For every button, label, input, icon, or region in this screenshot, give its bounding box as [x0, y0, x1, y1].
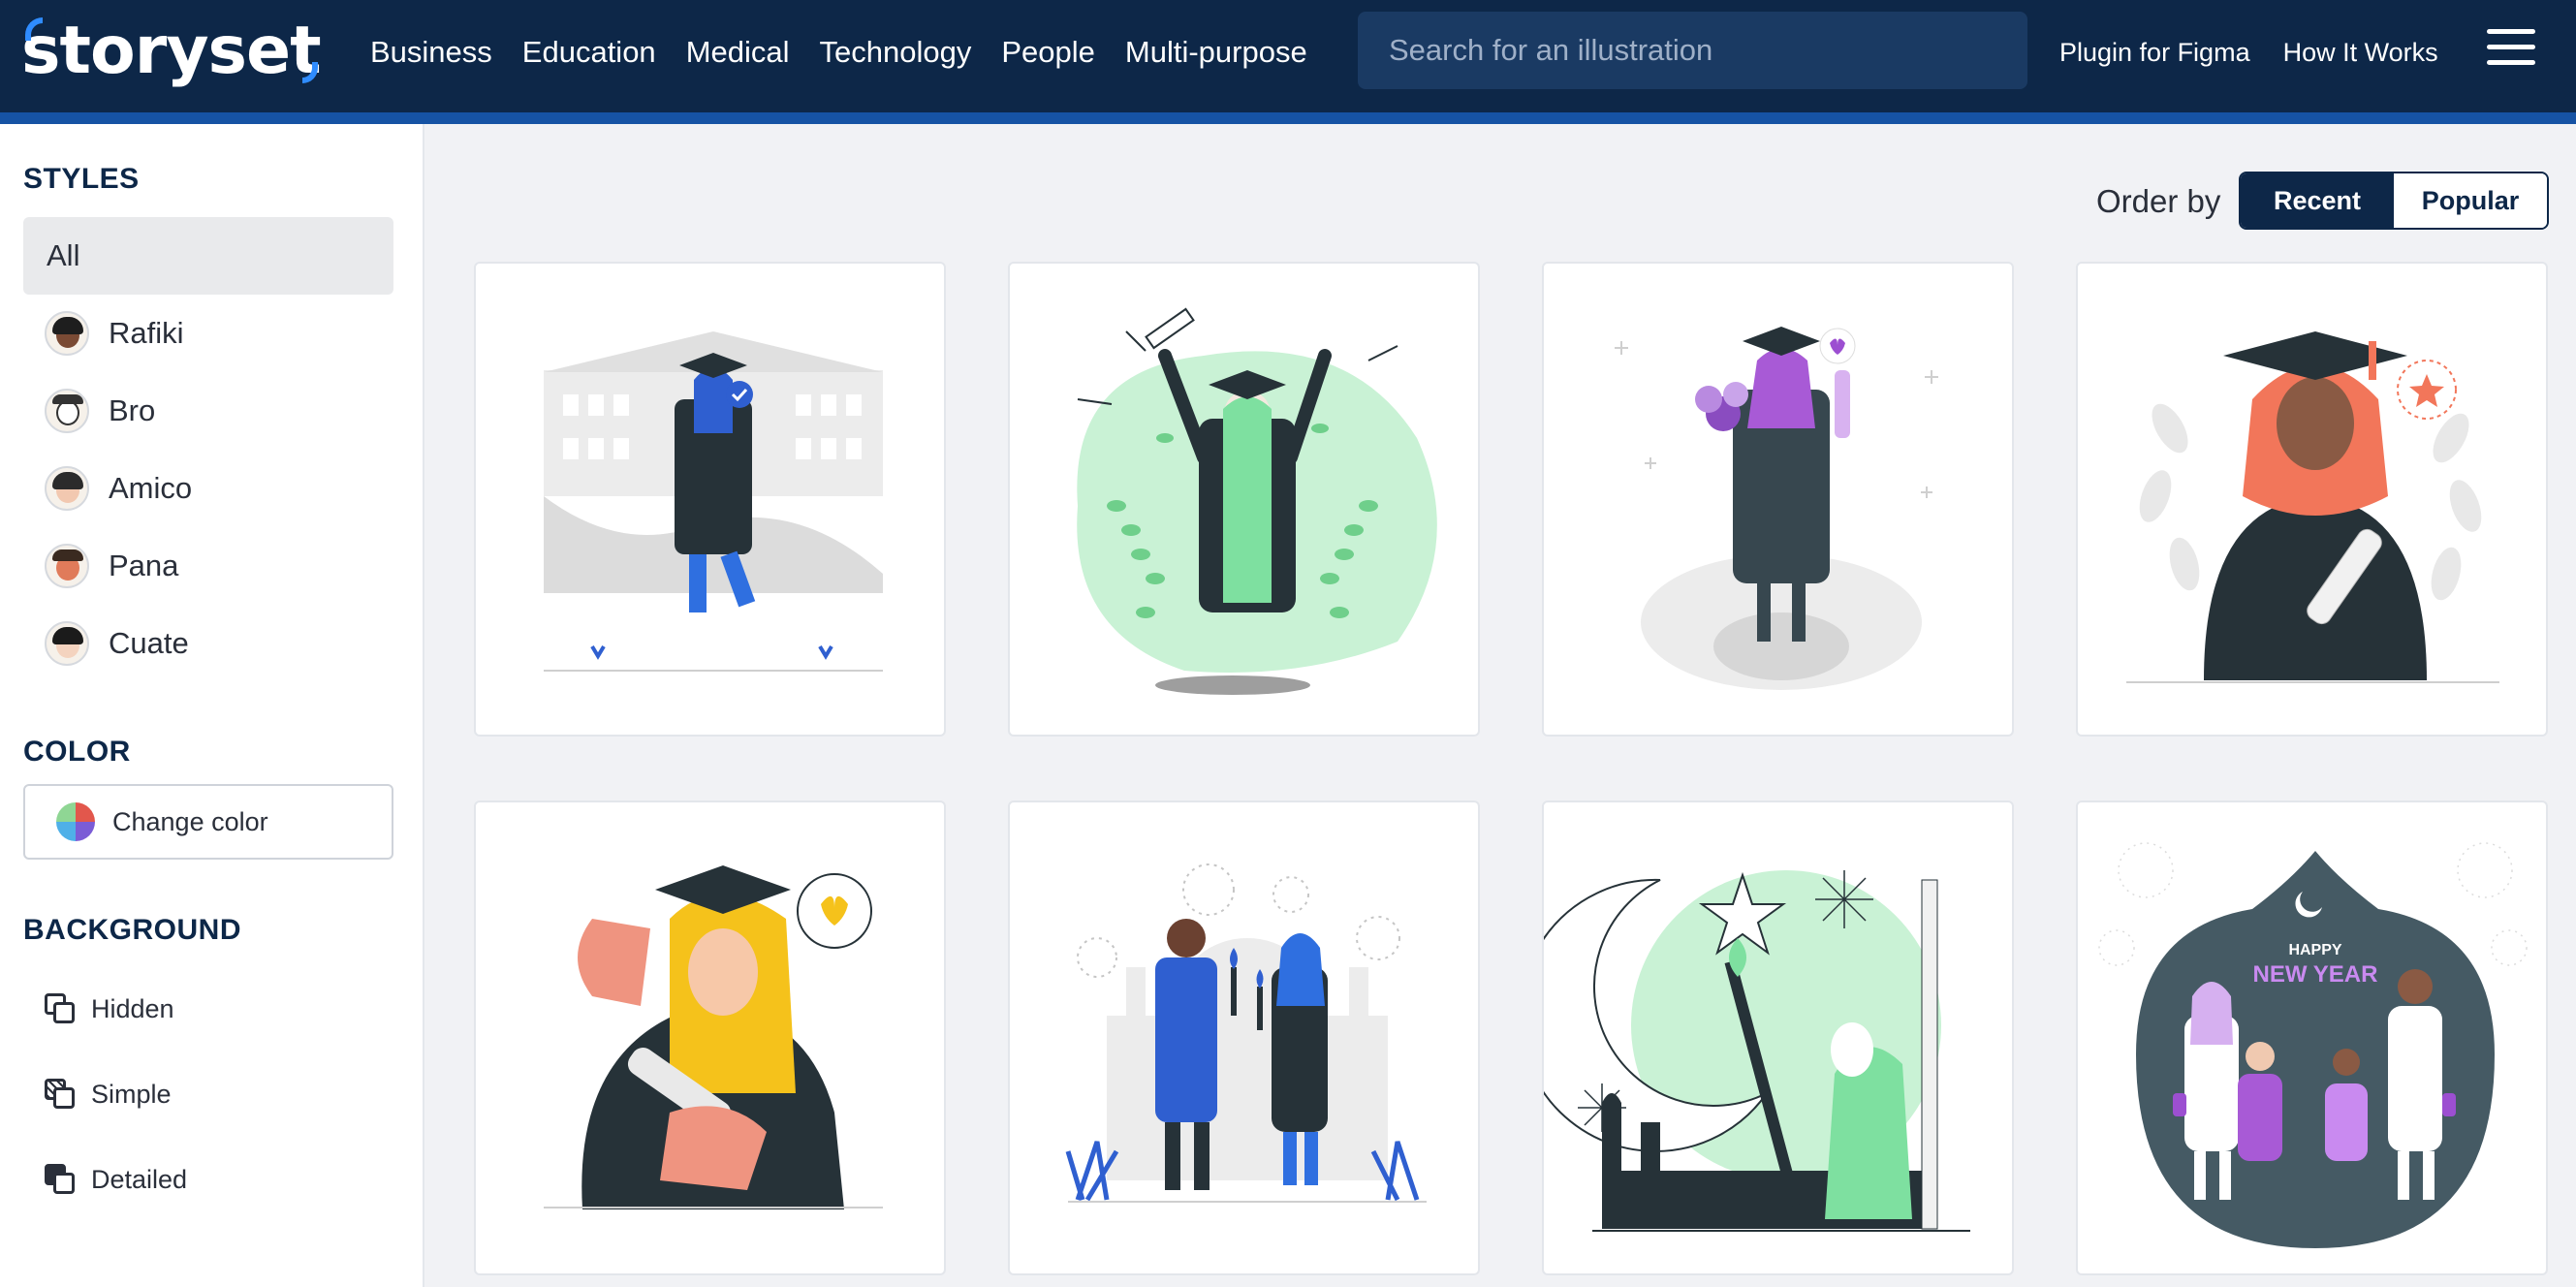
cuate-avatar-icon	[45, 621, 89, 666]
illustration-card[interactable]	[474, 800, 946, 1275]
storyset-logo[interactable]: storyset	[21, 12, 322, 89]
style-option-amico[interactable]: Amico	[23, 450, 393, 527]
style-label: Bro	[109, 393, 156, 427]
style-label: All	[47, 238, 80, 272]
illustration-card[interactable]	[474, 262, 946, 737]
color-wheel-icon	[56, 802, 95, 841]
style-label: Cuate	[109, 626, 189, 660]
graduate-with-flowers-illustration	[1615, 327, 1938, 690]
background-option-detailed[interactable]: Detailed	[45, 1150, 187, 1209]
background-label: Simple	[91, 1079, 172, 1109]
illustration-card[interactable]	[1008, 262, 1480, 737]
background-hidden-icon	[45, 993, 76, 1024]
nav-medical[interactable]: Medical	[686, 35, 790, 70]
illustration-card[interactable]	[2076, 262, 2548, 737]
style-option-bro[interactable]: Bro	[23, 372, 393, 450]
filter-sidebar: STYLES All Rafiki Bro Amico Pana Cuate C…	[0, 124, 424, 1287]
pana-avatar-icon	[45, 544, 89, 588]
style-label: Rafiki	[109, 316, 184, 350]
styles-heading: STYLES	[23, 163, 140, 195]
background-simple-icon	[45, 1079, 76, 1110]
background-heading: BACKGROUND	[23, 914, 241, 946]
nav-business[interactable]: Business	[370, 35, 492, 70]
illustration-card[interactable]	[1542, 800, 2014, 1275]
graduation-university-illustration	[544, 331, 883, 672]
nav-people[interactable]: People	[1001, 35, 1095, 70]
style-option-pana[interactable]: Pana	[23, 527, 393, 605]
style-label: Pana	[109, 549, 179, 582]
background-label: Hidden	[91, 993, 174, 1023]
sort-popular-button[interactable]: Popular	[2394, 173, 2547, 228]
sort-toggle: Recent Popular	[2239, 172, 2549, 230]
color-heading: COLOR	[23, 736, 131, 768]
plugin-for-figma-link[interactable]: Plugin for Figma	[2059, 38, 2250, 68]
style-label: Amico	[109, 471, 193, 505]
change-color-button[interactable]: Change color	[23, 784, 393, 860]
hamburger-menu-icon[interactable]	[2487, 29, 2535, 68]
top-navigation-bar: storyset Business Education Medical Tech…	[0, 0, 2576, 112]
style-option-all[interactable]: All	[23, 217, 393, 295]
background-option-simple[interactable]: Simple	[45, 1065, 172, 1123]
nav-education[interactable]: Education	[522, 35, 656, 70]
graduate-with-diploma-illustration	[2126, 331, 2499, 683]
celebrating-graduate-illustration	[1077, 307, 1437, 695]
illustration-card[interactable]: HAPPY NEW YEAR	[2076, 800, 2548, 1275]
search-input[interactable]	[1358, 12, 2027, 89]
style-option-cuate[interactable]: Cuate	[23, 605, 393, 682]
bro-avatar-icon	[45, 389, 89, 433]
header-links: Plugin for Figma How It Works	[2059, 0, 2471, 105]
happy-new-year-family-illustration: HAPPY NEW YEAR	[2098, 842, 2528, 1248]
style-option-rafiki[interactable]: Rafiki	[23, 295, 393, 372]
graduate-with-heart-illustration	[544, 865, 883, 1209]
background-label: Detailed	[91, 1164, 188, 1194]
how-it-works-link[interactable]: How It Works	[2283, 38, 2438, 68]
logo-text: storyset	[21, 12, 322, 89]
background-detailed-icon	[45, 1164, 76, 1195]
category-nav: Business Education Medical Technology Pe…	[370, 0, 1337, 105]
new-year-text: NEW YEAR	[2253, 961, 2378, 988]
order-by-label: Order by	[2096, 183, 2221, 219]
happy-text: HAPPY	[2288, 942, 2341, 958]
change-color-label: Change color	[112, 806, 268, 836]
background-option-hidden[interactable]: Hidden	[45, 980, 174, 1038]
mosque-celebration-illustration	[1065, 863, 1427, 1203]
rafiki-avatar-icon	[45, 311, 89, 356]
nav-multi-purpose[interactable]: Multi-purpose	[1125, 35, 1307, 70]
header-accent-stripe	[0, 112, 2576, 124]
ramadan-torch-illustration	[1544, 870, 1970, 1232]
nav-technology[interactable]: Technology	[820, 35, 972, 70]
illustration-card[interactable]	[1008, 800, 1480, 1275]
amico-avatar-icon	[45, 466, 89, 511]
sort-recent-button[interactable]: Recent	[2241, 173, 2394, 228]
illustration-card[interactable]	[1542, 262, 2014, 737]
